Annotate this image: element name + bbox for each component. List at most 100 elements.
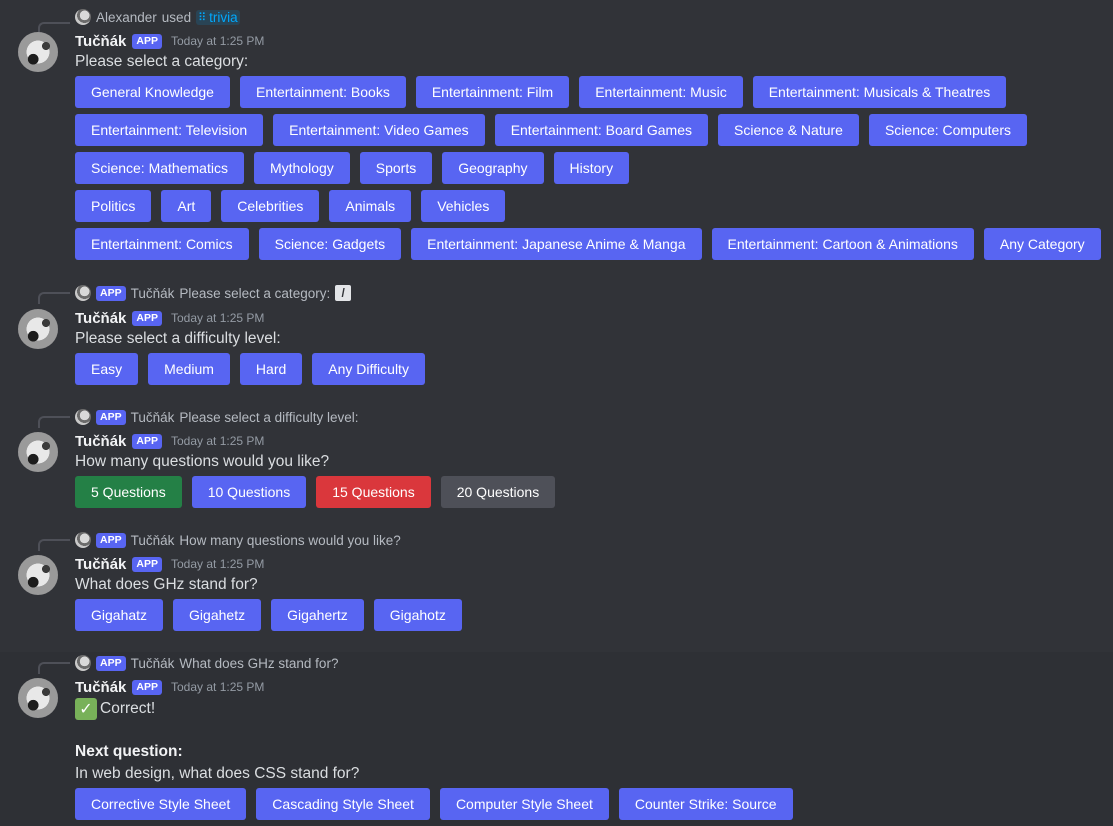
app-tag: APP <box>96 409 126 425</box>
app-tag: APP <box>132 556 162 572</box>
answer-button[interactable]: Computer Style Sheet <box>439 788 609 820</box>
reply-user: Tučňák <box>130 285 175 301</box>
category-button[interactable]: Celebrities <box>221 190 320 222</box>
category-button[interactable]: Entertainment: Books <box>239 76 406 108</box>
reply-text: Please select a category: <box>179 285 331 301</box>
timestamp[interactable]: Today at 1:25 PM <box>171 557 264 571</box>
reply-spine <box>38 662 70 674</box>
answer-button[interactable]: Counter Strike: Source <box>618 788 793 820</box>
category-button[interactable]: Art <box>161 190 212 222</box>
category-button[interactable]: Science: Computers <box>868 114 1028 146</box>
button-row: 5 Questions 10 Questions 15 Questions 20… <box>75 476 556 508</box>
answer-button[interactable]: Gigahatz <box>75 599 164 631</box>
author-name[interactable]: Tučňák <box>75 33 126 50</box>
reply-user: Alexander <box>96 9 157 25</box>
category-button[interactable]: Animals <box>329 190 412 222</box>
reply-spine <box>38 292 70 304</box>
reply-context[interactable]: APP Tučňák Please select a category: / <box>75 284 352 302</box>
reply-avatar <box>75 655 91 671</box>
category-button[interactable]: Any Category <box>983 228 1101 260</box>
category-button[interactable]: Entertainment: Comics <box>75 228 249 260</box>
author-name[interactable]: Tučňák <box>75 556 126 573</box>
avatar[interactable] <box>18 32 58 72</box>
reply-verb: used <box>161 9 192 25</box>
message-text: Please select a difficulty level: <box>75 330 281 347</box>
category-button[interactable]: Politics <box>75 190 152 222</box>
category-button[interactable]: Entertainment: Video Games <box>273 114 485 146</box>
difficulty-easy-button[interactable]: Easy <box>75 353 139 385</box>
answer-button[interactable]: Gigahertz <box>271 599 364 631</box>
author-name[interactable]: Tučňák <box>75 679 126 696</box>
category-button[interactable]: Geography <box>442 152 544 184</box>
answer-button[interactable]: Gigahetz <box>173 599 262 631</box>
message-text: In web design, what does CSS stand for? <box>75 765 360 782</box>
category-button[interactable]: Science: Gadgets <box>258 228 402 260</box>
reply-user: Tučňák <box>130 409 175 425</box>
reply-context[interactable]: APP Tučňák Please select a difficulty le… <box>75 408 358 426</box>
avatar[interactable] <box>18 432 58 472</box>
difficulty-medium-button[interactable]: Medium <box>148 353 230 385</box>
reply-context[interactable]: APP Tučňák How many questions would you … <box>75 531 401 549</box>
button-row: General Knowledge Entertainment: Books E… <box>75 76 1007 108</box>
category-button[interactable]: History <box>553 152 630 184</box>
category-button[interactable]: General Knowledge <box>75 76 230 108</box>
app-tag: APP <box>132 679 162 695</box>
next-question-label: Next question: <box>75 743 183 761</box>
category-button[interactable]: Science & Nature <box>718 114 859 146</box>
category-button[interactable]: Sports <box>359 152 433 184</box>
timestamp[interactable]: Today at 1:25 PM <box>171 34 264 48</box>
reply-avatar <box>75 285 91 301</box>
button-row: Entertainment: Comics Science: Gadgets E… <box>75 228 1101 260</box>
reply-user: Tučňák <box>130 655 175 671</box>
next-label: Next question: <box>75 743 183 760</box>
difficulty-any-button[interactable]: Any Difficulty <box>312 353 425 385</box>
avatar[interactable] <box>18 678 58 718</box>
category-button[interactable]: Entertainment: Music <box>579 76 743 108</box>
button-row: Easy Medium Hard Any Difficulty <box>75 353 425 385</box>
timestamp[interactable]: Today at 1:25 PM <box>171 680 264 694</box>
app-tag: APP <box>132 310 162 326</box>
category-button[interactable]: Vehicles <box>421 190 506 222</box>
category-button[interactable]: Mythology <box>253 152 350 184</box>
message-text: What does GHz stand for? <box>75 576 258 593</box>
button-row: Gigahatz Gigahetz Gigahertz Gigahotz <box>75 599 462 631</box>
reply-spine <box>38 416 70 428</box>
reply-avatar <box>75 532 91 548</box>
slash-command-link[interactable]: ⠿ trivia <box>196 9 240 25</box>
category-button[interactable]: Entertainment: Board Games <box>494 114 708 146</box>
timestamp[interactable]: Today at 1:25 PM <box>171 434 264 448</box>
author-name[interactable]: Tučňák <box>75 433 126 450</box>
difficulty-hard-button[interactable]: Hard <box>239 353 303 385</box>
timestamp[interactable]: Today at 1:25 PM <box>171 311 264 325</box>
category-button[interactable]: Entertainment: Cartoon & Animations <box>711 228 974 260</box>
answer-button[interactable]: Gigahotz <box>373 599 462 631</box>
command-name: trivia <box>209 9 238 25</box>
message-text: Please select a category: <box>75 53 249 70</box>
category-button[interactable]: Science: Mathematics <box>75 152 244 184</box>
app-tag: APP <box>96 532 126 548</box>
questions-20-button[interactable]: 20 Questions <box>440 476 556 508</box>
questions-10-button[interactable]: 10 Questions <box>191 476 307 508</box>
answer-button[interactable]: Cascading Style Sheet <box>256 788 430 820</box>
reply-context[interactable]: APP Tučňák What does GHz stand for? <box>75 654 338 672</box>
questions-5-button[interactable]: 5 Questions <box>75 476 182 508</box>
avatar[interactable] <box>18 555 58 595</box>
app-tag: APP <box>96 285 126 301</box>
category-button[interactable]: Entertainment: Film <box>415 76 570 108</box>
button-row: Politics Art Celebrities Animals Vehicle… <box>75 190 506 222</box>
answer-button[interactable]: Corrective Style Sheet <box>75 788 247 820</box>
questions-15-button[interactable]: 15 Questions <box>316 476 431 508</box>
category-button[interactable]: Entertainment: Musicals & Theatres <box>752 76 1007 108</box>
reply-text: What does GHz stand for? <box>179 655 339 671</box>
category-button[interactable]: Entertainment: Japanese Anime & Manga <box>411 228 702 260</box>
button-row: Corrective Style Sheet Cascading Style S… <box>75 788 793 820</box>
author-name[interactable]: Tučňák <box>75 310 126 327</box>
check-mark-icon: ✓ <box>75 698 97 720</box>
message-text: How many questions would you like? <box>75 453 330 470</box>
command-icon: ⠿ <box>198 11 207 24</box>
button-row: Science: Mathematics Mythology Sports Ge… <box>75 152 630 184</box>
category-button[interactable]: Entertainment: Television <box>75 114 264 146</box>
app-tag: APP <box>132 33 162 49</box>
avatar[interactable] <box>18 309 58 349</box>
reply-context[interactable]: Alexander used ⠿ trivia <box>75 8 240 26</box>
